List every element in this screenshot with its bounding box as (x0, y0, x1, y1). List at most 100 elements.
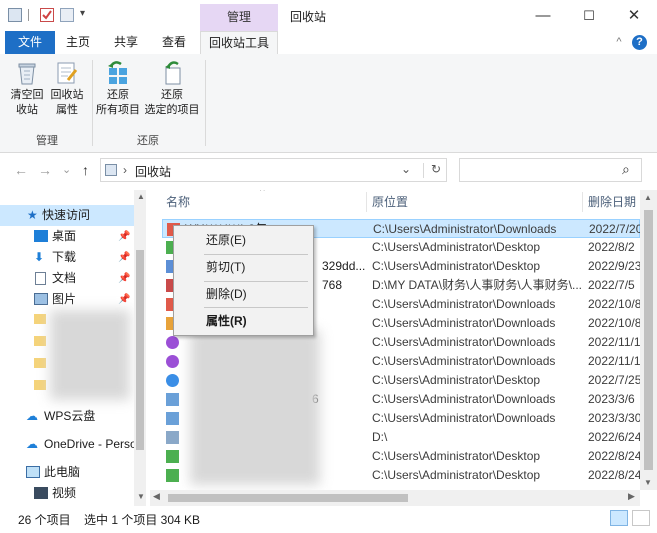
tab-file[interactable]: 文件 (5, 31, 55, 54)
close-button[interactable]: ✕ (611, 0, 657, 31)
column-header-name[interactable]: 名称 (166, 190, 190, 214)
recycle-bin-properties-label-2: 属性 (56, 104, 78, 116)
file-original-location: C:\Users\Administrator\Downloads (372, 335, 556, 349)
tab-manage[interactable]: 管理 (200, 4, 278, 31)
file-original-location: C:\Users\Administrator\Downloads (372, 411, 556, 425)
nav-videos[interactable]: 视频 (0, 483, 134, 504)
recent-locations-button[interactable]: ⌄ (62, 163, 71, 176)
file-date-deleted: 2022/10/8 (588, 297, 640, 311)
tab-share[interactable]: 共享 (108, 31, 144, 54)
nav-quick-access-label: 快速访问 (42, 208, 91, 222)
status-selection: 选中 1 个项目 304 KB (84, 513, 201, 527)
nav-wps-cloud[interactable]: ☁ WPS云盘 (0, 406, 134, 427)
empty-recycle-bin-button[interactable]: 清空回 收站 (8, 60, 46, 118)
column-separator[interactable] (582, 192, 583, 212)
column-separator[interactable] (366, 192, 367, 212)
file-date-deleted: 2022/8/24 (588, 449, 640, 463)
redacted-region (190, 330, 320, 485)
pin-icon[interactable]: 📌 (118, 226, 130, 247)
forward-button[interactable]: → (38, 162, 52, 178)
video-icon (34, 487, 48, 499)
file-original-location: C:\Users\Administrator\Downloads (372, 354, 556, 368)
file-list-vertical-scrollbar[interactable]: ▲ ▼ (640, 190, 657, 490)
restore-selected-items-button[interactable]: 还原 选定的项目 (143, 60, 201, 118)
tab-recycle-bin-tools[interactable]: 回收站工具 (200, 31, 278, 55)
file-date-deleted: 2022/9/23 (588, 259, 640, 273)
scroll-left-icon[interactable]: ◀ (153, 491, 160, 502)
details-view-icon[interactable] (610, 510, 628, 526)
recycle-bin-properties-button[interactable]: 回收站 属性 (48, 60, 86, 118)
breadcrumb-separator[interactable]: › (123, 163, 127, 177)
search-icon[interactable]: ⌕ (622, 161, 630, 178)
nav-scroll-thumb[interactable] (136, 250, 144, 450)
empty-recycle-bin-label-2: 收站 (16, 104, 38, 116)
properties-check-icon[interactable] (40, 8, 54, 22)
file-date-deleted: 2023/3/30 (588, 411, 640, 425)
tab-home[interactable]: 主页 (60, 31, 96, 54)
nav-quick-access[interactable]: ★ 快速访问 (0, 205, 134, 226)
file-date-deleted: 2022/11/1 (588, 335, 640, 349)
file-date-deleted: 2023/3/6 (588, 392, 635, 406)
vertical-scroll-thumb[interactable] (644, 210, 653, 470)
minimize-button[interactable]: — (520, 0, 566, 31)
up-button[interactable]: ↑ (82, 162, 89, 178)
breadcrumb-recycle-bin[interactable]: 回收站 (135, 163, 171, 180)
scroll-down-icon[interactable]: ▼ (644, 478, 652, 487)
menu-item-cut[interactable]: 剪切(T) (176, 256, 311, 278)
window-title: 回收站 (290, 10, 327, 24)
pin-icon[interactable]: 📌 (118, 268, 130, 289)
file-list-horizontal-scrollbar[interactable]: ◀ ▶ (150, 490, 640, 506)
address-bar[interactable]: › 回收站 ⌄ ↻ (100, 158, 447, 182)
back-button[interactable]: ← (14, 162, 28, 178)
nav-item-label: 文档 (52, 271, 77, 285)
folder-icon (34, 336, 46, 346)
separator (423, 163, 424, 178)
star-icon: ★ (27, 208, 38, 222)
scroll-up-icon[interactable]: ▲ (137, 192, 145, 201)
large-icons-view-icon[interactable] (632, 510, 650, 526)
refresh-icon[interactable]: ↻ (431, 162, 441, 176)
recycle-bin-app-icon[interactable] (8, 8, 22, 22)
browser-file-icon (166, 374, 179, 387)
scroll-right-icon[interactable]: ▶ (628, 491, 635, 502)
file-icon (166, 431, 179, 444)
help-icon[interactable]: ? (632, 35, 647, 50)
menu-item-restore[interactable]: 还原(E) (176, 229, 311, 251)
restore-all-items-button[interactable]: 还原 所有项目 (95, 60, 141, 118)
navigation-pane: ★ 快速访问 桌面 📌 ⬇ 下载 📌 文档 📌 图片 📌 ☁ WPS云盘 ☁ O… (0, 190, 146, 506)
menu-item-delete[interactable]: 删除(D) (176, 283, 311, 305)
collapse-ribbon-icon[interactable]: ^ (612, 31, 626, 54)
scroll-up-icon[interactable]: ▲ (644, 193, 652, 202)
recycle-bin-location-icon (105, 164, 117, 176)
nav-item-pictures[interactable]: 图片 📌 (0, 289, 134, 310)
tab-view[interactable]: 查看 (156, 31, 192, 54)
file-date-deleted: 2022/7/5 (588, 278, 635, 292)
maximize-button[interactable]: ☐ (566, 0, 612, 31)
nav-scrollbar[interactable]: ▲ ▼ (134, 190, 146, 506)
excel-file-icon (166, 469, 179, 482)
search-input[interactable]: ⌕ (459, 158, 642, 182)
nav-item-desktop[interactable]: 桌面 📌 (0, 226, 134, 247)
nav-item-label: 桌面 (52, 229, 77, 243)
nav-item-documents[interactable]: 文档 📌 (0, 268, 134, 289)
address-dropdown-icon[interactable]: ⌄ (401, 162, 411, 176)
file-original-location: C:\Users\Administrator\Desktop (372, 468, 541, 482)
menu-item-properties[interactable]: 属性(R) (176, 310, 311, 332)
pin-icon[interactable]: 📌 (118, 247, 130, 268)
nav-item-downloads[interactable]: ⬇ 下载 📌 (0, 247, 134, 268)
file-date-deleted: 2022/7/20 (589, 222, 640, 236)
file-date-deleted: 2022/10/8 (588, 316, 640, 330)
scroll-down-icon[interactable]: ▼ (137, 492, 145, 501)
file-original-location: C:\Users\Administrator\Desktop (372, 373, 541, 387)
horizontal-scroll-thumb[interactable] (168, 494, 408, 502)
new-folder-icon[interactable] (60, 8, 74, 22)
nav-this-pc[interactable]: 此电脑 (0, 462, 134, 483)
nav-onedrive[interactable]: ☁ OneDrive - Perso (0, 434, 134, 455)
column-header-date-deleted[interactable]: 删除日期 (588, 190, 636, 214)
navigation-bar: ← → ⌄ ↑ › 回收站 ⌄ ↻ ⌕ (0, 153, 657, 187)
pin-icon[interactable]: 📌 (118, 289, 130, 310)
restore-all-label-2: 所有项目 (96, 104, 140, 116)
customize-toolbar-icon[interactable]: ▾ (80, 8, 85, 19)
column-header-original-location[interactable]: 原位置 (372, 190, 408, 214)
redacted-region (50, 310, 130, 400)
